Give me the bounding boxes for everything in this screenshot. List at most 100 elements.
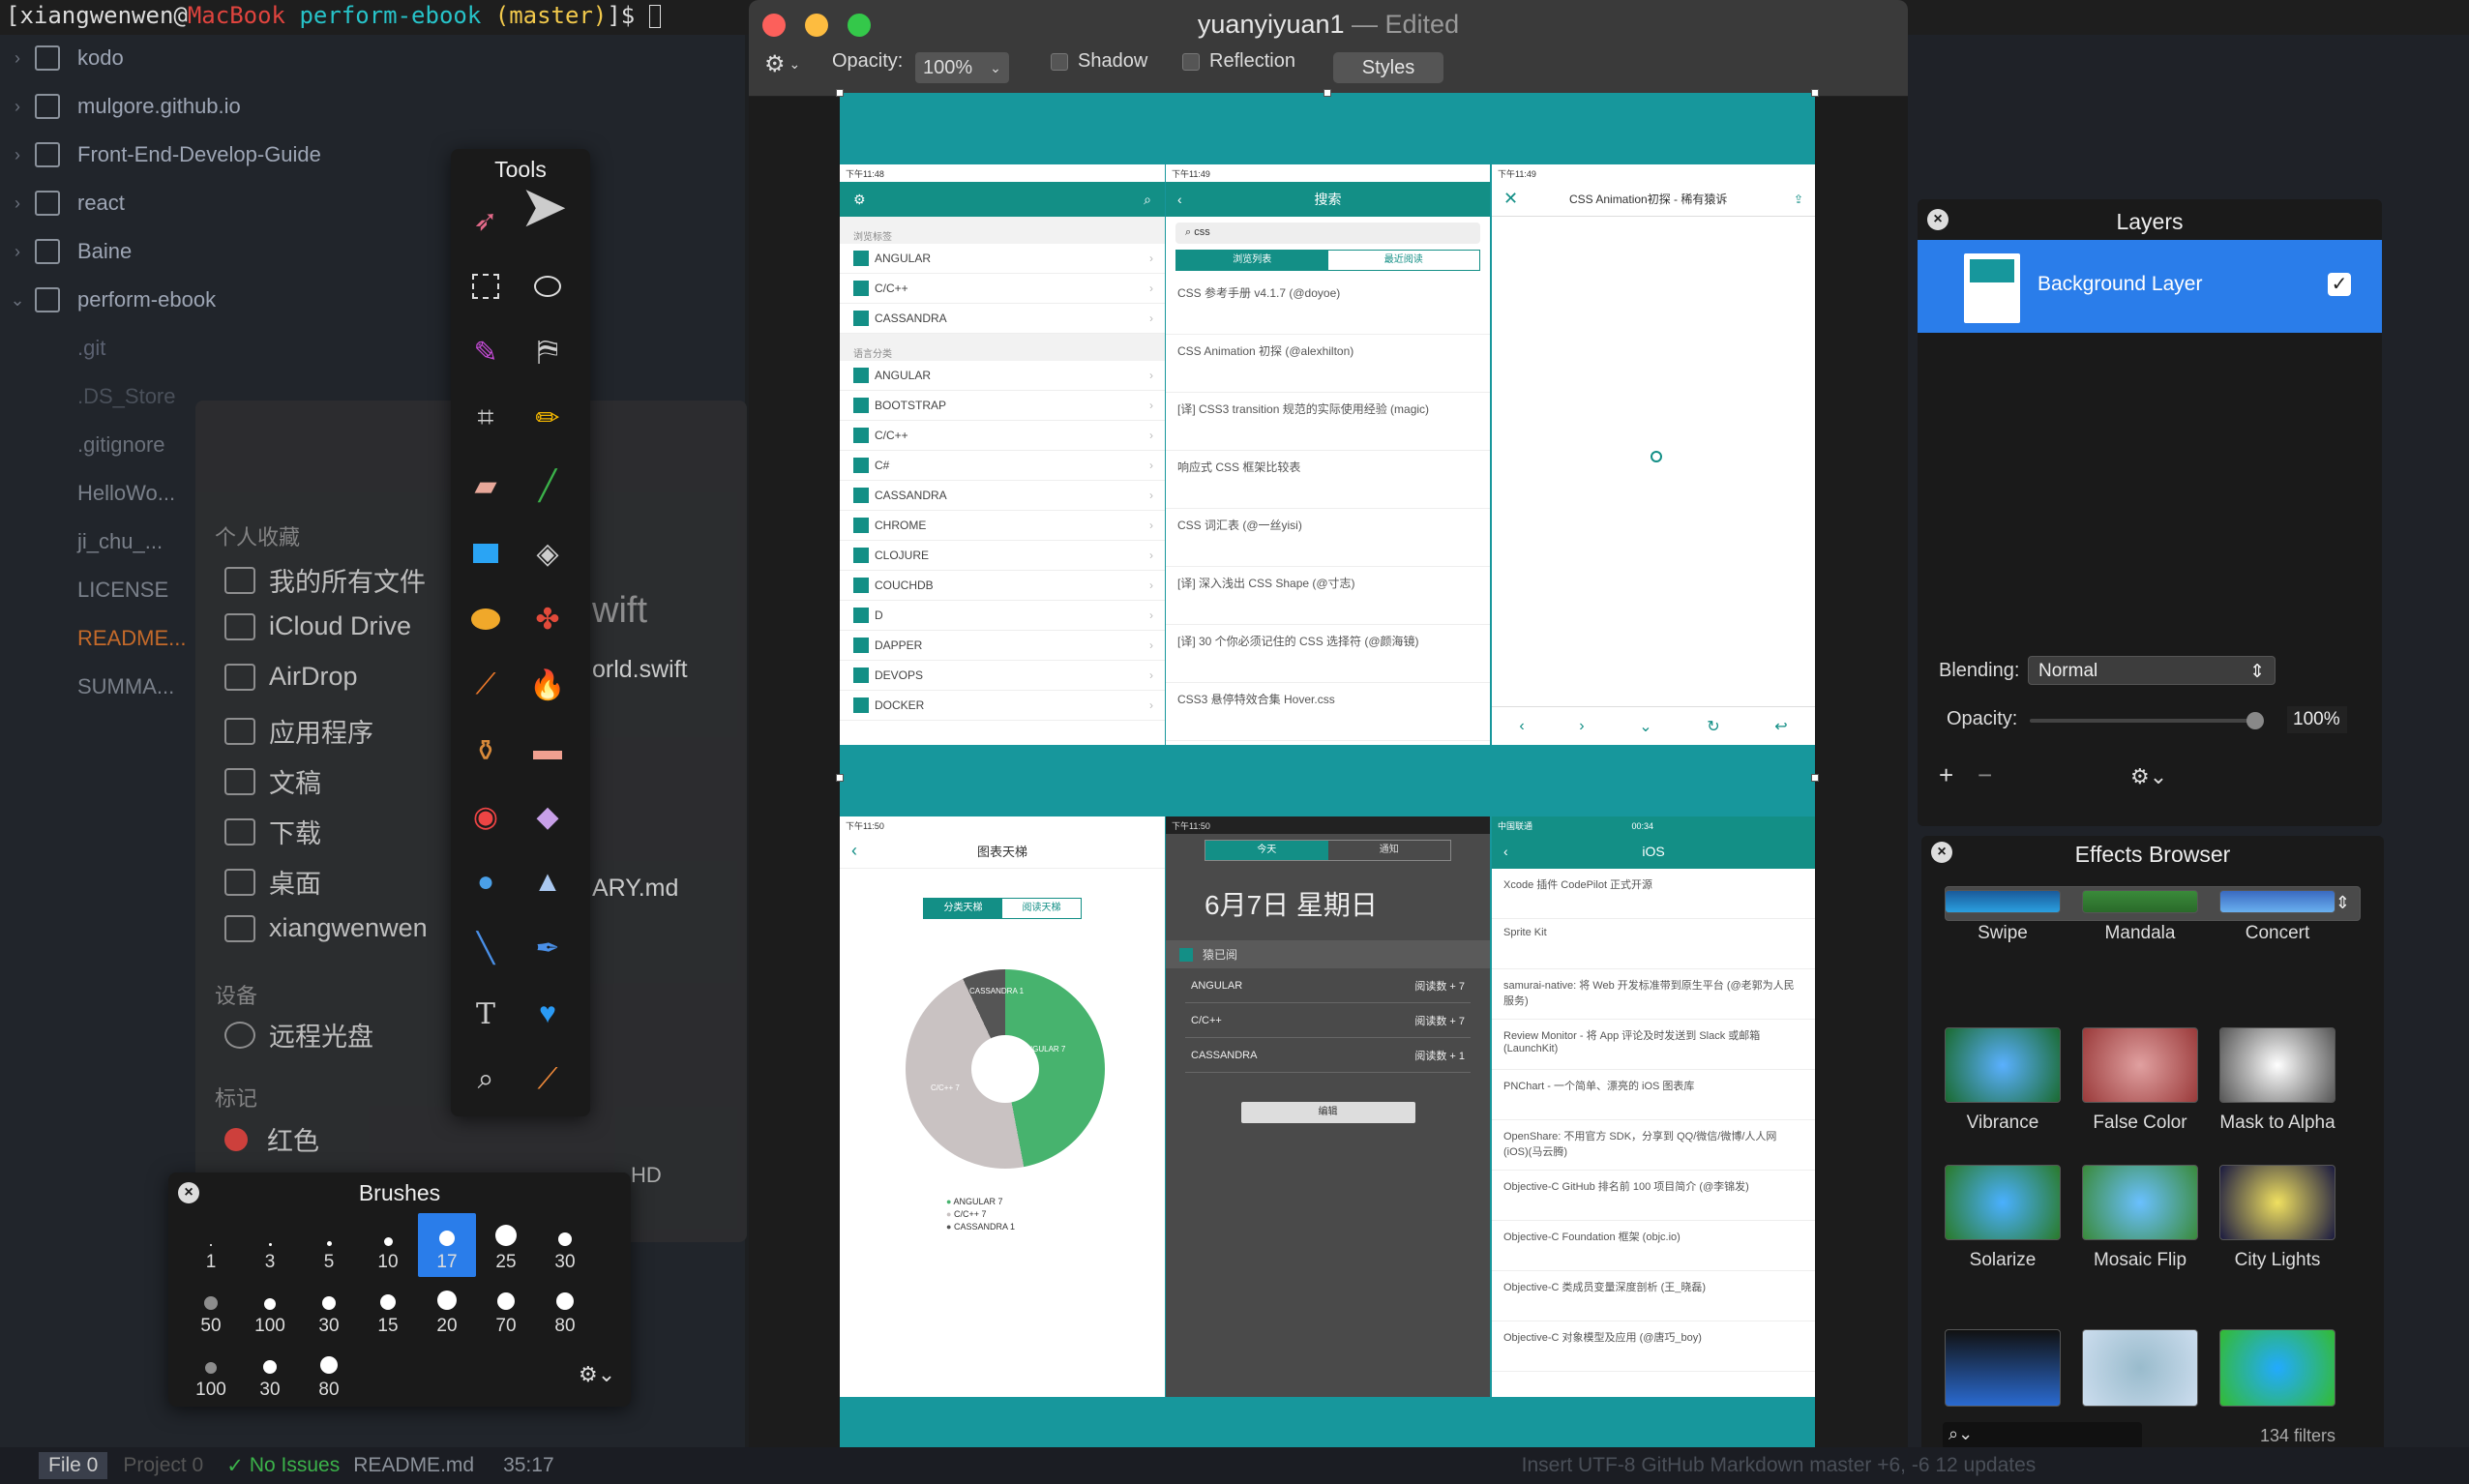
search-result[interactable]: CSS 参考手册 v4.1.7 (@doyoe) <box>1166 277 1490 335</box>
resize-handle[interactable] <box>1811 89 1819 97</box>
status-cursor[interactable]: 35:17 <box>503 1454 554 1477</box>
effect-item[interactable]: Vibrance <box>1945 1027 2061 1143</box>
opacity-slider[interactable] <box>2030 712 2264 729</box>
ios-article[interactable]: PNChart - 一个简单、漂亮的 iOS 图表库 <box>1492 1070 1815 1120</box>
effect-thumbnail-partial[interactable] <box>1945 1329 2061 1407</box>
heal-icon[interactable]: ▬ <box>526 729 569 772</box>
effect-item[interactable]: Swipe <box>1945 890 2061 1006</box>
reply-icon[interactable]: ↩ <box>1774 717 1787 736</box>
list-item[interactable]: BOOTSTRAP › <box>840 391 1165 421</box>
blending-select[interactable]: Normal ⇕ <box>2028 656 2276 685</box>
opacity-field[interactable]: 100% ⌄ <box>915 52 1009 83</box>
search-result[interactable]: [译] 深入浅出 CSS Shape (@寸志) <box>1166 567 1490 625</box>
checkbox[interactable] <box>1051 52 1068 71</box>
back-icon[interactable]: ‹ <box>1503 844 1508 859</box>
effect-item[interactable]: False Color <box>2082 1027 2198 1143</box>
ios-article[interactable]: Objective-C 类成员变量深度剖析 (王_晓磊) <box>1492 1271 1815 1321</box>
list-item[interactable]: DOCKER › <box>840 691 1165 721</box>
layer-row[interactable]: Background Layer ✓ <box>1918 240 2382 333</box>
sponge-icon[interactable] <box>464 598 507 640</box>
effect-item[interactable]: Mosaic Flip <box>2082 1165 2198 1281</box>
finder-item[interactable]: 下载 <box>224 813 321 850</box>
tree-file[interactable]: README... <box>77 615 186 662</box>
back-icon[interactable]: ‹ <box>851 841 857 861</box>
zoom-icon[interactable]: ⌕ <box>464 1058 507 1101</box>
eyedropper-icon[interactable]: ⟋ <box>526 1058 569 1101</box>
resize-handle[interactable] <box>1811 774 1819 782</box>
effect-item[interactable]: Concert <box>2219 890 2335 1006</box>
tab-today[interactable]: 今天 <box>1205 841 1328 860</box>
finder-tag-red[interactable]: 红色 <box>224 1120 319 1158</box>
effects-search[interactable]: ⌕⌄ <box>1943 1422 2142 1449</box>
pen-icon[interactable]: ╲ <box>464 927 507 969</box>
tree-item-react[interactable]: › react <box>0 180 125 226</box>
close-icon[interactable]: ✕ <box>1503 189 1518 209</box>
status-project-tab[interactable]: Project 0 <box>123 1454 203 1477</box>
brush-icon[interactable]: ╱ <box>526 464 569 507</box>
brush-preset[interactable]: 3 <box>241 1213 299 1277</box>
brush-preset[interactable]: 5 <box>300 1213 358 1277</box>
freeform-pen-icon[interactable]: ✒ <box>526 927 569 969</box>
search-result[interactable]: CSS 词汇表 (@一丝yisi) <box>1166 509 1490 567</box>
back-icon[interactable]: ‹ <box>1177 192 1182 207</box>
tree-file[interactable]: ji_chu_... <box>77 519 163 565</box>
ios-article[interactable]: Objective-C 对象模型及应用 (@唐巧_boy) <box>1492 1321 1815 1372</box>
brush-preset[interactable]: 1 <box>182 1213 240 1277</box>
ios-article[interactable]: Review Monitor - 将 App 评论及时发送到 Slack 或邮箱… <box>1492 1020 1815 1070</box>
finder-item[interactable]: 远程光盘 <box>224 1016 373 1054</box>
sharpen-icon[interactable]: ▲ <box>526 861 569 904</box>
text-icon[interactable]: T <box>464 993 507 1035</box>
search-icon[interactable]: ⌕ <box>1144 192 1151 208</box>
tab-reading[interactable]: 阅读天梯 <box>1002 899 1081 918</box>
refresh-icon[interactable]: ↻ <box>1707 717 1719 736</box>
back-icon[interactable]: ‹ <box>1519 718 1524 735</box>
tree-file[interactable]: HelloWo... <box>77 470 175 517</box>
red-eye-icon[interactable]: ◉ <box>464 795 507 838</box>
widget-row[interactable]: C/C++ 阅读数 + 7 <box>1185 1003 1471 1038</box>
status-file-tab[interactable]: File 0 <box>39 1452 108 1479</box>
image-canvas[interactable]: 下午11:48 ⚙ ⌕ 浏览标签 ANGULAR › C/C++ › CASSANDR… <box>836 89 1819 1469</box>
tree-file[interactable]: LICENSE <box>77 567 168 613</box>
move-tool-icon[interactable]: ➶ <box>464 199 507 242</box>
search-input[interactable]: ⌕ css <box>1175 223 1480 244</box>
tab-notifications[interactable]: 通知 <box>1328 841 1451 860</box>
tree-item-kodo[interactable]: › kodo <box>0 35 124 81</box>
effect-item[interactable]: Mask to Alpha <box>2219 1027 2335 1143</box>
finder-item[interactable]: 文稿 <box>224 762 321 800</box>
list-item[interactable]: CASSANDRA › <box>840 481 1165 511</box>
finder-item[interactable]: 应用程序 <box>224 712 373 750</box>
effect-item[interactable]: City Lights <box>2219 1165 2335 1281</box>
status-issues[interactable]: No Issues <box>250 1454 340 1477</box>
gear-icon[interactable]: ⚙⌄ <box>2130 764 2167 789</box>
list-item[interactable]: COUCHDB › <box>840 571 1165 601</box>
brush-preset[interactable]: 70 <box>477 1277 535 1341</box>
gear-icon[interactable]: ⚙ <box>853 192 866 208</box>
finder-item[interactable]: 我的所有文件 <box>224 561 426 599</box>
list-item[interactable]: CLOJURE › <box>840 541 1165 571</box>
list-item[interactable]: DEVOPS › <box>840 661 1165 691</box>
tree-file[interactable]: .git <box>77 325 105 371</box>
tree-file[interactable]: SUMMA... <box>77 664 174 710</box>
tab-recent[interactable]: 最近阅读 <box>1328 251 1480 270</box>
brush-preset[interactable]: 100 <box>241 1277 299 1341</box>
shadow-checkbox[interactable]: Shadow <box>1051 50 1147 73</box>
tree-file[interactable]: .DS_Store <box>77 373 176 420</box>
remove-layer-icon[interactable]: − <box>1978 760 1992 790</box>
tree-item-baine[interactable]: › Baine <box>0 228 132 275</box>
ios-article[interactable]: Objective-C Foundation 框架 (objc.io) <box>1492 1221 1815 1271</box>
resize-handle[interactable] <box>836 89 844 97</box>
ios-article[interactable]: OpenShare: 不用官方 SDK，分享到 QQ/微信/微博/人人网 (iO… <box>1492 1120 1815 1171</box>
effect-item[interactable]: Solarize <box>1945 1165 2061 1281</box>
stamp-icon[interactable]: ⚱ <box>464 729 507 772</box>
tree-item-guide[interactable]: › Front-End-Develop-Guide <box>0 132 321 178</box>
brush-preset[interactable]: 30 <box>300 1277 358 1341</box>
crop-icon[interactable]: ⌗ <box>464 397 507 439</box>
ellipse-select-icon[interactable] <box>526 265 569 308</box>
search-result[interactable]: 响应式 CSS 框架比较表 <box>1166 451 1490 509</box>
burn-icon[interactable]: 🔥 <box>526 664 569 706</box>
gear-icon[interactable]: ⚙⌄ <box>579 1362 615 1387</box>
search-result[interactable]: CSS3 悬停特效合集 Hover.css <box>1166 683 1490 741</box>
reflection-checkbox[interactable]: Reflection <box>1182 50 1295 73</box>
brush-preset[interactable]: 50 <box>182 1277 240 1341</box>
widget-row[interactable]: CASSANDRA 阅读数 + 1 <box>1185 1038 1471 1073</box>
